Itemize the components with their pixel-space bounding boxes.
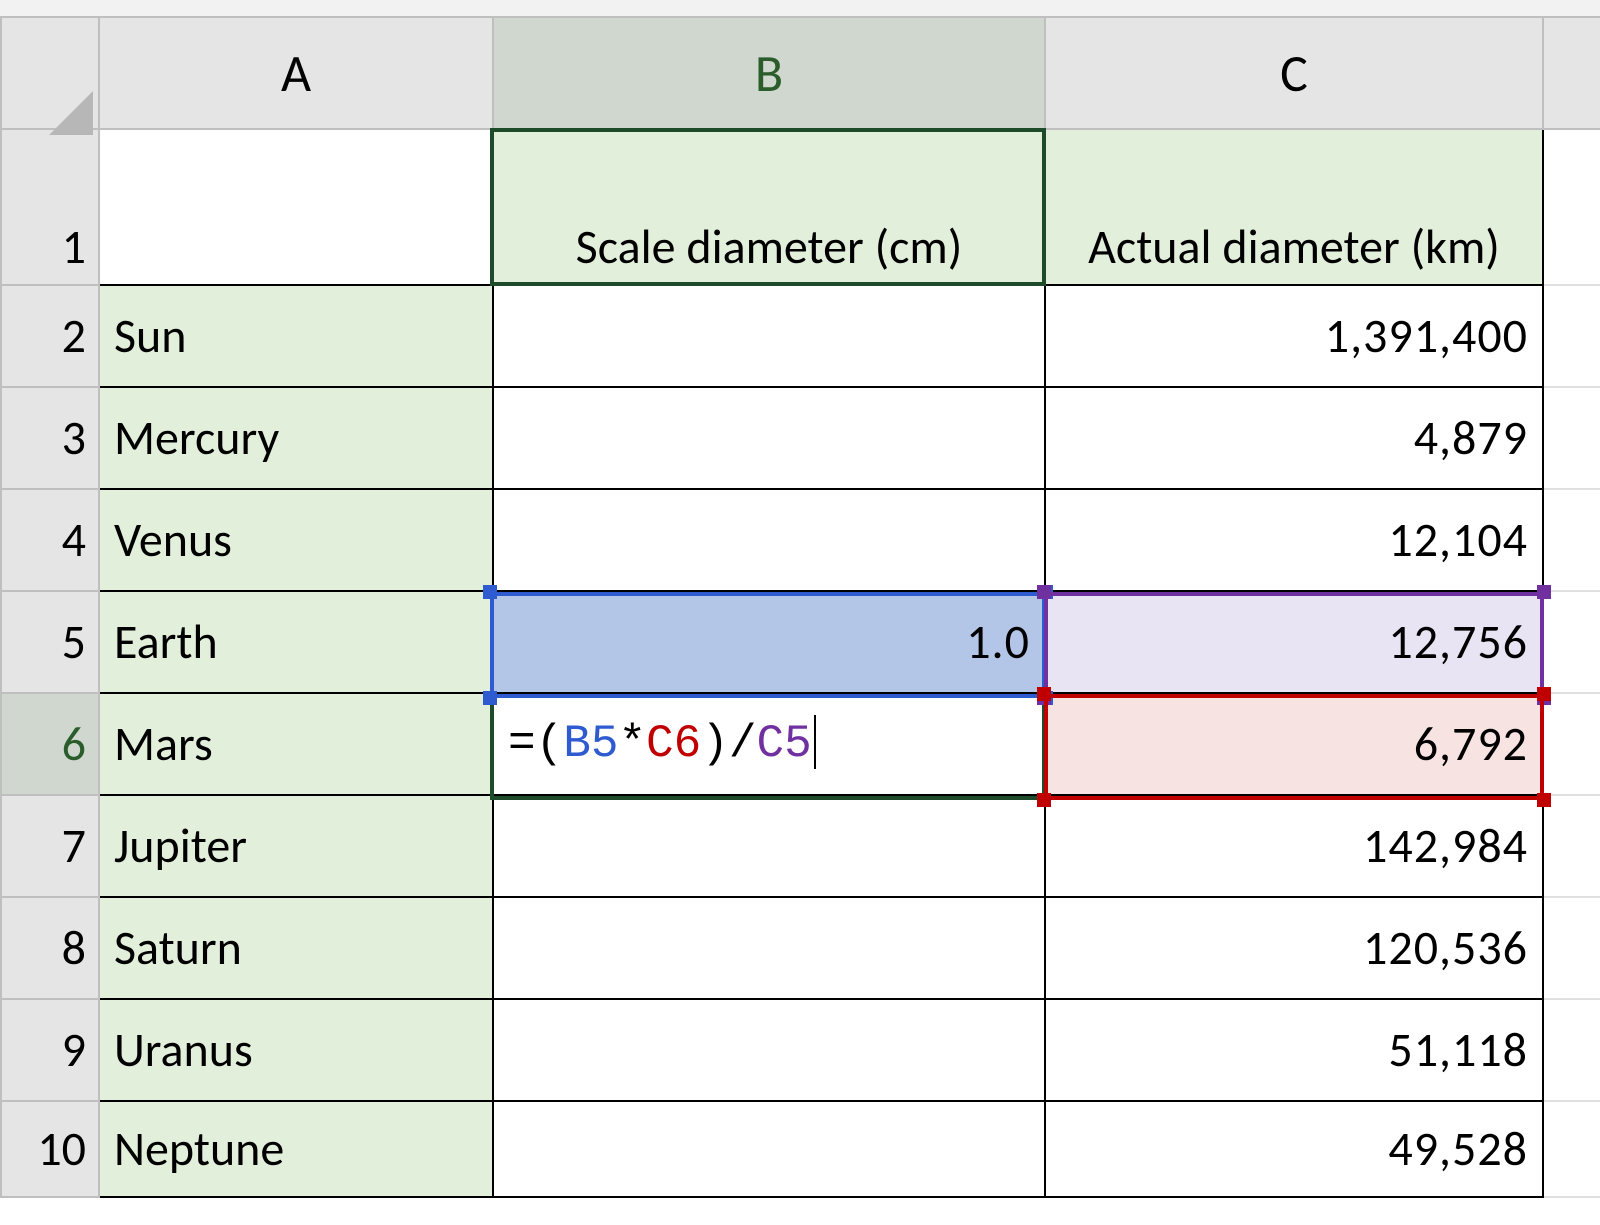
cell-B8[interactable] (493, 897, 1045, 999)
select-all-corner[interactable] (1, 17, 99, 129)
cell-C5[interactable]: 12,756 (1045, 591, 1543, 693)
cell-C4[interactable]: 12,104 (1045, 489, 1543, 591)
formula-op-mul: * (618, 718, 646, 770)
column-header-C[interactable]: C (1045, 17, 1543, 129)
cell-D9[interactable] (1543, 999, 1600, 1101)
row-5: 5 Earth 1.0 12,756 (1, 591, 1600, 693)
cell-B5[interactable]: 1.0 (493, 591, 1045, 693)
row-6: 6 Mars =(B5*C6)/C5 6,792 (1, 693, 1600, 795)
row-header-10[interactable]: 10 (1, 1101, 99, 1197)
row-header-8[interactable]: 8 (1, 897, 99, 999)
cell-D3[interactable] (1543, 387, 1600, 489)
row-3: 3 Mercury 4,879 (1, 387, 1600, 489)
row-header-6[interactable]: 6 (1, 693, 99, 795)
cell-A6[interactable]: Mars (99, 693, 493, 795)
cell-D2[interactable] (1543, 285, 1600, 387)
formula-ref-B5: B5 (563, 718, 618, 770)
row-header-3[interactable]: 3 (1, 387, 99, 489)
cell-C8[interactable]: 120,536 (1045, 897, 1543, 999)
cell-A10[interactable]: Neptune (99, 1101, 493, 1197)
cell-B1[interactable]: Scale diameter (cm) (493, 129, 1045, 285)
formula-mid: )/ (701, 718, 756, 770)
cell-B6[interactable]: =(B5*C6)/C5 (493, 693, 1045, 795)
row-header-1[interactable]: 1 (1, 129, 99, 285)
cell-A3[interactable]: Mercury (99, 387, 493, 489)
row-4: 4 Venus 12,104 (1, 489, 1600, 591)
cell-D6[interactable] (1543, 693, 1600, 795)
cell-B9[interactable] (493, 999, 1045, 1101)
row-header-2[interactable]: 2 (1, 285, 99, 387)
column-header-A[interactable]: A (99, 17, 493, 129)
cell-D1[interactable] (1543, 129, 1600, 285)
cell-C7[interactable]: 142,984 (1045, 795, 1543, 897)
row-2: 2 Sun 1,391,400 (1, 285, 1600, 387)
cell-C9[interactable]: 51,118 (1045, 999, 1543, 1101)
formula-prefix: =( (508, 718, 563, 770)
row-1: 1 Scale diameter (cm) Actual diameter (k… (1, 129, 1600, 285)
column-header-extra (1543, 17, 1600, 129)
column-header-row: A B C (1, 17, 1600, 129)
cell-A5[interactable]: Earth (99, 591, 493, 693)
cell-B10[interactable] (493, 1101, 1045, 1197)
cell-A2[interactable]: Sun (99, 285, 493, 387)
cell-C2[interactable]: 1,391,400 (1045, 285, 1543, 387)
cell-D4[interactable] (1543, 489, 1600, 591)
row-7: 7 Jupiter 142,984 (1, 795, 1600, 897)
cell-A7[interactable]: Jupiter (99, 795, 493, 897)
cell-D7[interactable] (1543, 795, 1600, 897)
cell-D5[interactable] (1543, 591, 1600, 693)
cell-D10[interactable] (1543, 1101, 1600, 1197)
cell-C3[interactable]: 4,879 (1045, 387, 1543, 489)
cell-D8[interactable] (1543, 897, 1600, 999)
column-header-B[interactable]: B (493, 17, 1045, 129)
cell-A9[interactable]: Uranus (99, 999, 493, 1101)
row-header-7[interactable]: 7 (1, 795, 99, 897)
formula-ref-C6: C6 (646, 718, 701, 770)
row-header-5[interactable]: 5 (1, 591, 99, 693)
cell-C6[interactable]: 6,792 (1045, 693, 1543, 795)
cell-C10[interactable]: 49,528 (1045, 1101, 1543, 1197)
row-9: 9 Uranus 51,118 (1, 999, 1600, 1101)
cell-B7[interactable] (493, 795, 1045, 897)
row-header-4[interactable]: 4 (1, 489, 99, 591)
row-8: 8 Saturn 120,536 (1, 897, 1600, 999)
cell-B2[interactable] (493, 285, 1045, 387)
cell-B3[interactable] (493, 387, 1045, 489)
cell-A8[interactable]: Saturn (99, 897, 493, 999)
cell-A4[interactable]: Venus (99, 489, 493, 591)
cell-C1[interactable]: Actual diameter (km) (1045, 129, 1543, 285)
spreadsheet-grid: A B C 1 Scale diameter (cm) Actual diame… (0, 16, 1600, 1198)
row-10: 10 Neptune 49,528 (1, 1101, 1600, 1197)
cell-B4[interactable] (493, 489, 1045, 591)
formula-ref-C5: C5 (756, 718, 811, 770)
cell-A1[interactable] (99, 129, 493, 285)
row-header-9[interactable]: 9 (1, 999, 99, 1101)
select-all-icon (49, 91, 93, 135)
text-caret (814, 715, 816, 769)
